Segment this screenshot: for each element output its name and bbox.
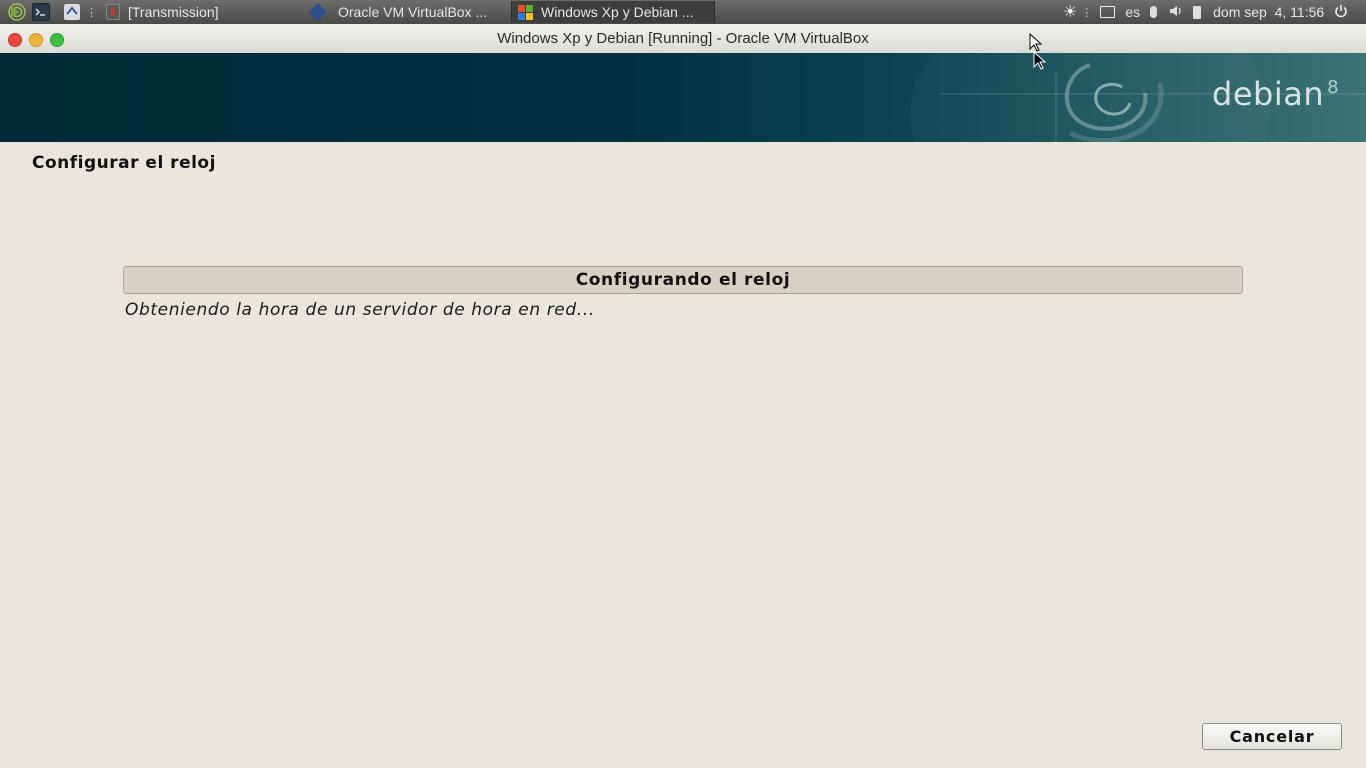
progress-title: Configurando el reloj (575, 270, 791, 290)
tray: ☀ ⋮ es dom sep 4, 11:56 (1063, 0, 1348, 24)
battery-icon[interactable] (1193, 5, 1202, 19)
task-label: Oracle VM VirtualBox ... (338, 4, 488, 20)
display-icon[interactable] (1100, 6, 1116, 18)
power-icon[interactable] (1334, 4, 1348, 21)
handle-icon: ⋮ (1081, 6, 1093, 19)
handle-icon: ⋮ (86, 6, 97, 19)
virtualbox-icon (308, 2, 328, 22)
app-menu-icon[interactable] (6, 0, 28, 24)
terminal-icon[interactable] (32, 0, 50, 24)
volume-icon[interactable] (1169, 4, 1183, 21)
task-windows-xp-debian[interactable]: Windows Xp y Debian ... (511, 1, 715, 23)
transmission-icon (106, 4, 120, 20)
task-transmission[interactable]: [Transmission] (102, 1, 298, 23)
task-label: [Transmission] (128, 4, 219, 20)
swirl-graphic (940, 63, 1366, 142)
workspace-switcher-icon[interactable]: ⋮ (64, 0, 97, 24)
task-virtualbox-manager[interactable]: Oracle VM VirtualBox ... (306, 1, 506, 23)
mouse-cursor-icon (1029, 33, 1047, 70)
windows-xp-icon (518, 4, 533, 20)
top-panel: ⋮ [Transmission] Oracle VM VirtualBox ..… (0, 0, 1366, 24)
keyboard-layout[interactable]: es (1125, 4, 1140, 20)
brand-name: debian (1212, 75, 1325, 113)
progress-bar: Configurando el reloj (123, 266, 1243, 294)
status-text: Obteniendo la hora de un servidor de hor… (125, 300, 595, 320)
debian-logo: debian 8 (1212, 75, 1339, 113)
clock[interactable]: dom sep 4, 11:56 (1213, 4, 1324, 20)
window-title: Windows Xp y Debian [Running] - Oracle V… (497, 30, 869, 47)
debian-banner: debian 8 (0, 53, 1366, 142)
window-titlebar: Windows Xp y Debian [Running] - Oracle V… (0, 24, 1366, 54)
brightness-icon[interactable]: ☀ (1063, 2, 1077, 22)
task-label: Windows Xp y Debian ... (541, 4, 694, 20)
page-title: Configurar el reloj (32, 153, 216, 173)
cancel-button[interactable]: Cancelar (1202, 723, 1342, 750)
microphone-icon[interactable] (1150, 6, 1158, 18)
brand-version: 8 (1327, 77, 1340, 98)
